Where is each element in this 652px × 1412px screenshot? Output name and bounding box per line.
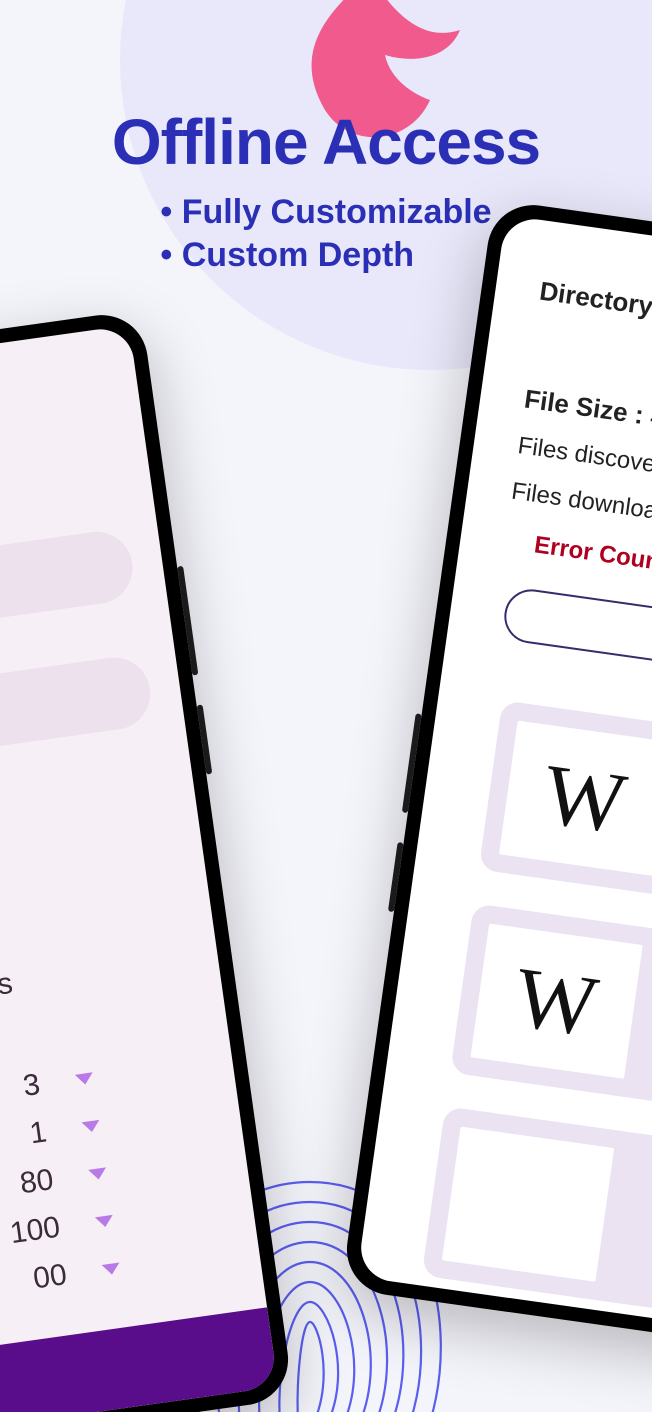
depth-row[interactable]: 00 <box>0 1235 231 1329</box>
hero-bullet-1: • Fully Customizable <box>160 191 491 234</box>
cancel-button[interactable]: C <box>501 586 652 690</box>
input-field-placeholder[interactable] <box>0 653 155 784</box>
thumb-letter: W <box>538 743 632 853</box>
hero-bullets: • Fully Customizable • Custom Depth <box>160 191 491 276</box>
depth-value: 1 <box>28 1115 49 1151</box>
phone-side-button <box>177 566 198 676</box>
primary-action-bar[interactable] <box>0 1307 278 1412</box>
chevron-down-icon <box>88 1167 107 1180</box>
chevron-down-icon <box>81 1119 100 1132</box>
settings-label-fragment: s <box>0 942 190 1002</box>
chevron-down-icon <box>101 1262 120 1275</box>
input-field-placeholder[interactable] <box>0 527 137 658</box>
filesize-value: 4.97 <box>648 401 652 438</box>
phone-screen-right: Directory : /Off ww 169 File Size : 4.97… <box>357 215 652 1345</box>
phone-side-button <box>402 713 422 813</box>
phone-mockup-left: s 3 1 80 100 00 <box>0 309 294 1412</box>
phone-screen-left: s 3 1 80 100 00 <box>0 325 278 1412</box>
error-label: Error Count : <box>533 531 652 579</box>
chevron-down-icon <box>95 1214 114 1227</box>
site-thumbnail: W <box>470 924 642 1079</box>
download-card-list: W W <box>402 697 652 1331</box>
depth-value: 100 <box>8 1211 62 1252</box>
phone-side-button <box>197 704 213 774</box>
depth-value: 80 <box>18 1163 56 1201</box>
thumb-letter: W <box>509 946 603 1056</box>
hero-title: Offline Access <box>0 105 652 179</box>
download-card[interactable]: W <box>450 903 652 1131</box>
chevron-down-icon <box>75 1072 94 1085</box>
site-thumbnail <box>442 1127 614 1282</box>
download-card[interactable]: W <box>479 700 652 928</box>
depth-value: 3 <box>21 1068 42 1104</box>
filesize-label: File Size : <box>523 384 646 430</box>
download-card[interactable] <box>422 1106 652 1334</box>
depth-value: 00 <box>31 1258 69 1296</box>
directory-line: Directory : /Off <box>538 276 652 365</box>
depth-value-list: 3 1 80 100 00 <box>0 1045 231 1329</box>
directory-label: Directory : <box>538 276 652 324</box>
phone-side-button <box>388 842 404 912</box>
site-thumbnail: W <box>499 721 652 876</box>
phone-mockup-right: Directory : /Off ww 169 File Size : 4.97… <box>341 199 652 1361</box>
hero-bullet-2: • Custom Depth <box>160 234 491 277</box>
